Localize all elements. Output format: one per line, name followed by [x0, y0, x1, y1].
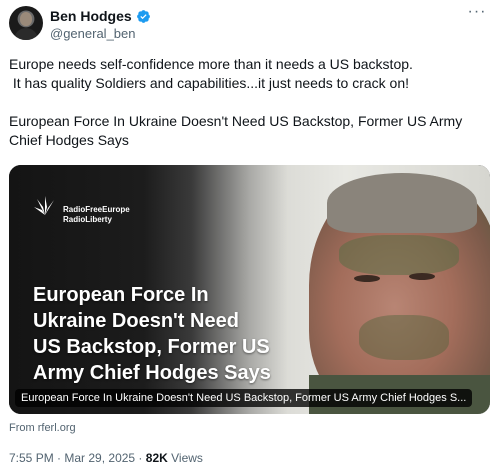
verified-badge-icon: [136, 9, 150, 23]
tweet-line: Chief Hodges Says: [9, 132, 129, 148]
rferl-logo-icon: [34, 196, 54, 215]
logo-line: RadioLiberty: [63, 215, 112, 224]
link-source[interactable]: From rferl.org: [9, 422, 76, 434]
tweet-line: Europe needs self-confidence more than i…: [9, 56, 413, 72]
tweet-header: Ben Hodges @general_ben ···: [9, 4, 491, 46]
more-icon[interactable]: ···: [467, 4, 487, 24]
logo-line: RadioFreeEurope: [63, 205, 130, 214]
portrait-eye: [354, 275, 380, 282]
separator: ·: [53, 451, 65, 465]
card-headline: European Force In Ukraine Doesn't Need U…: [33, 284, 271, 384]
tweet-line: It has quality Soldiers and capabilities…: [9, 75, 409, 91]
avatar[interactable]: [9, 6, 43, 40]
views-count: 82K: [145, 451, 168, 465]
face-camo: [339, 235, 459, 275]
portrait-hair: [327, 173, 477, 233]
tweet-date[interactable]: Mar 29, 2025: [64, 451, 135, 465]
portrait-eye: [409, 273, 435, 280]
author-handle[interactable]: @general_ben: [50, 26, 135, 41]
rferl-logo-text: RadioFreeEurope RadioLiberty: [63, 205, 130, 225]
separator: ·: [135, 451, 146, 465]
name-row: Ben Hodges: [50, 8, 151, 24]
card-caption[interactable]: European Force In Ukraine Doesn't Need U…: [15, 389, 473, 407]
link-card[interactable]: RadioFreeEurope RadioLiberty European Fo…: [9, 165, 490, 414]
views-label: Views: [167, 451, 203, 465]
tweet-time[interactable]: 7:55 PM: [9, 451, 54, 465]
tweet-text: Europe needs self-confidence more than i…: [9, 55, 491, 150]
face-camo: [359, 315, 449, 360]
tweet-line: European Force In Ukraine Doesn't Need U…: [9, 113, 463, 129]
avatar-body: [14, 28, 38, 40]
author-name[interactable]: Ben Hodges: [50, 8, 132, 24]
avatar-head: [20, 12, 32, 26]
tweet-meta: 7:55 PM · Mar 29, 2025 · 82K Views: [9, 451, 203, 465]
